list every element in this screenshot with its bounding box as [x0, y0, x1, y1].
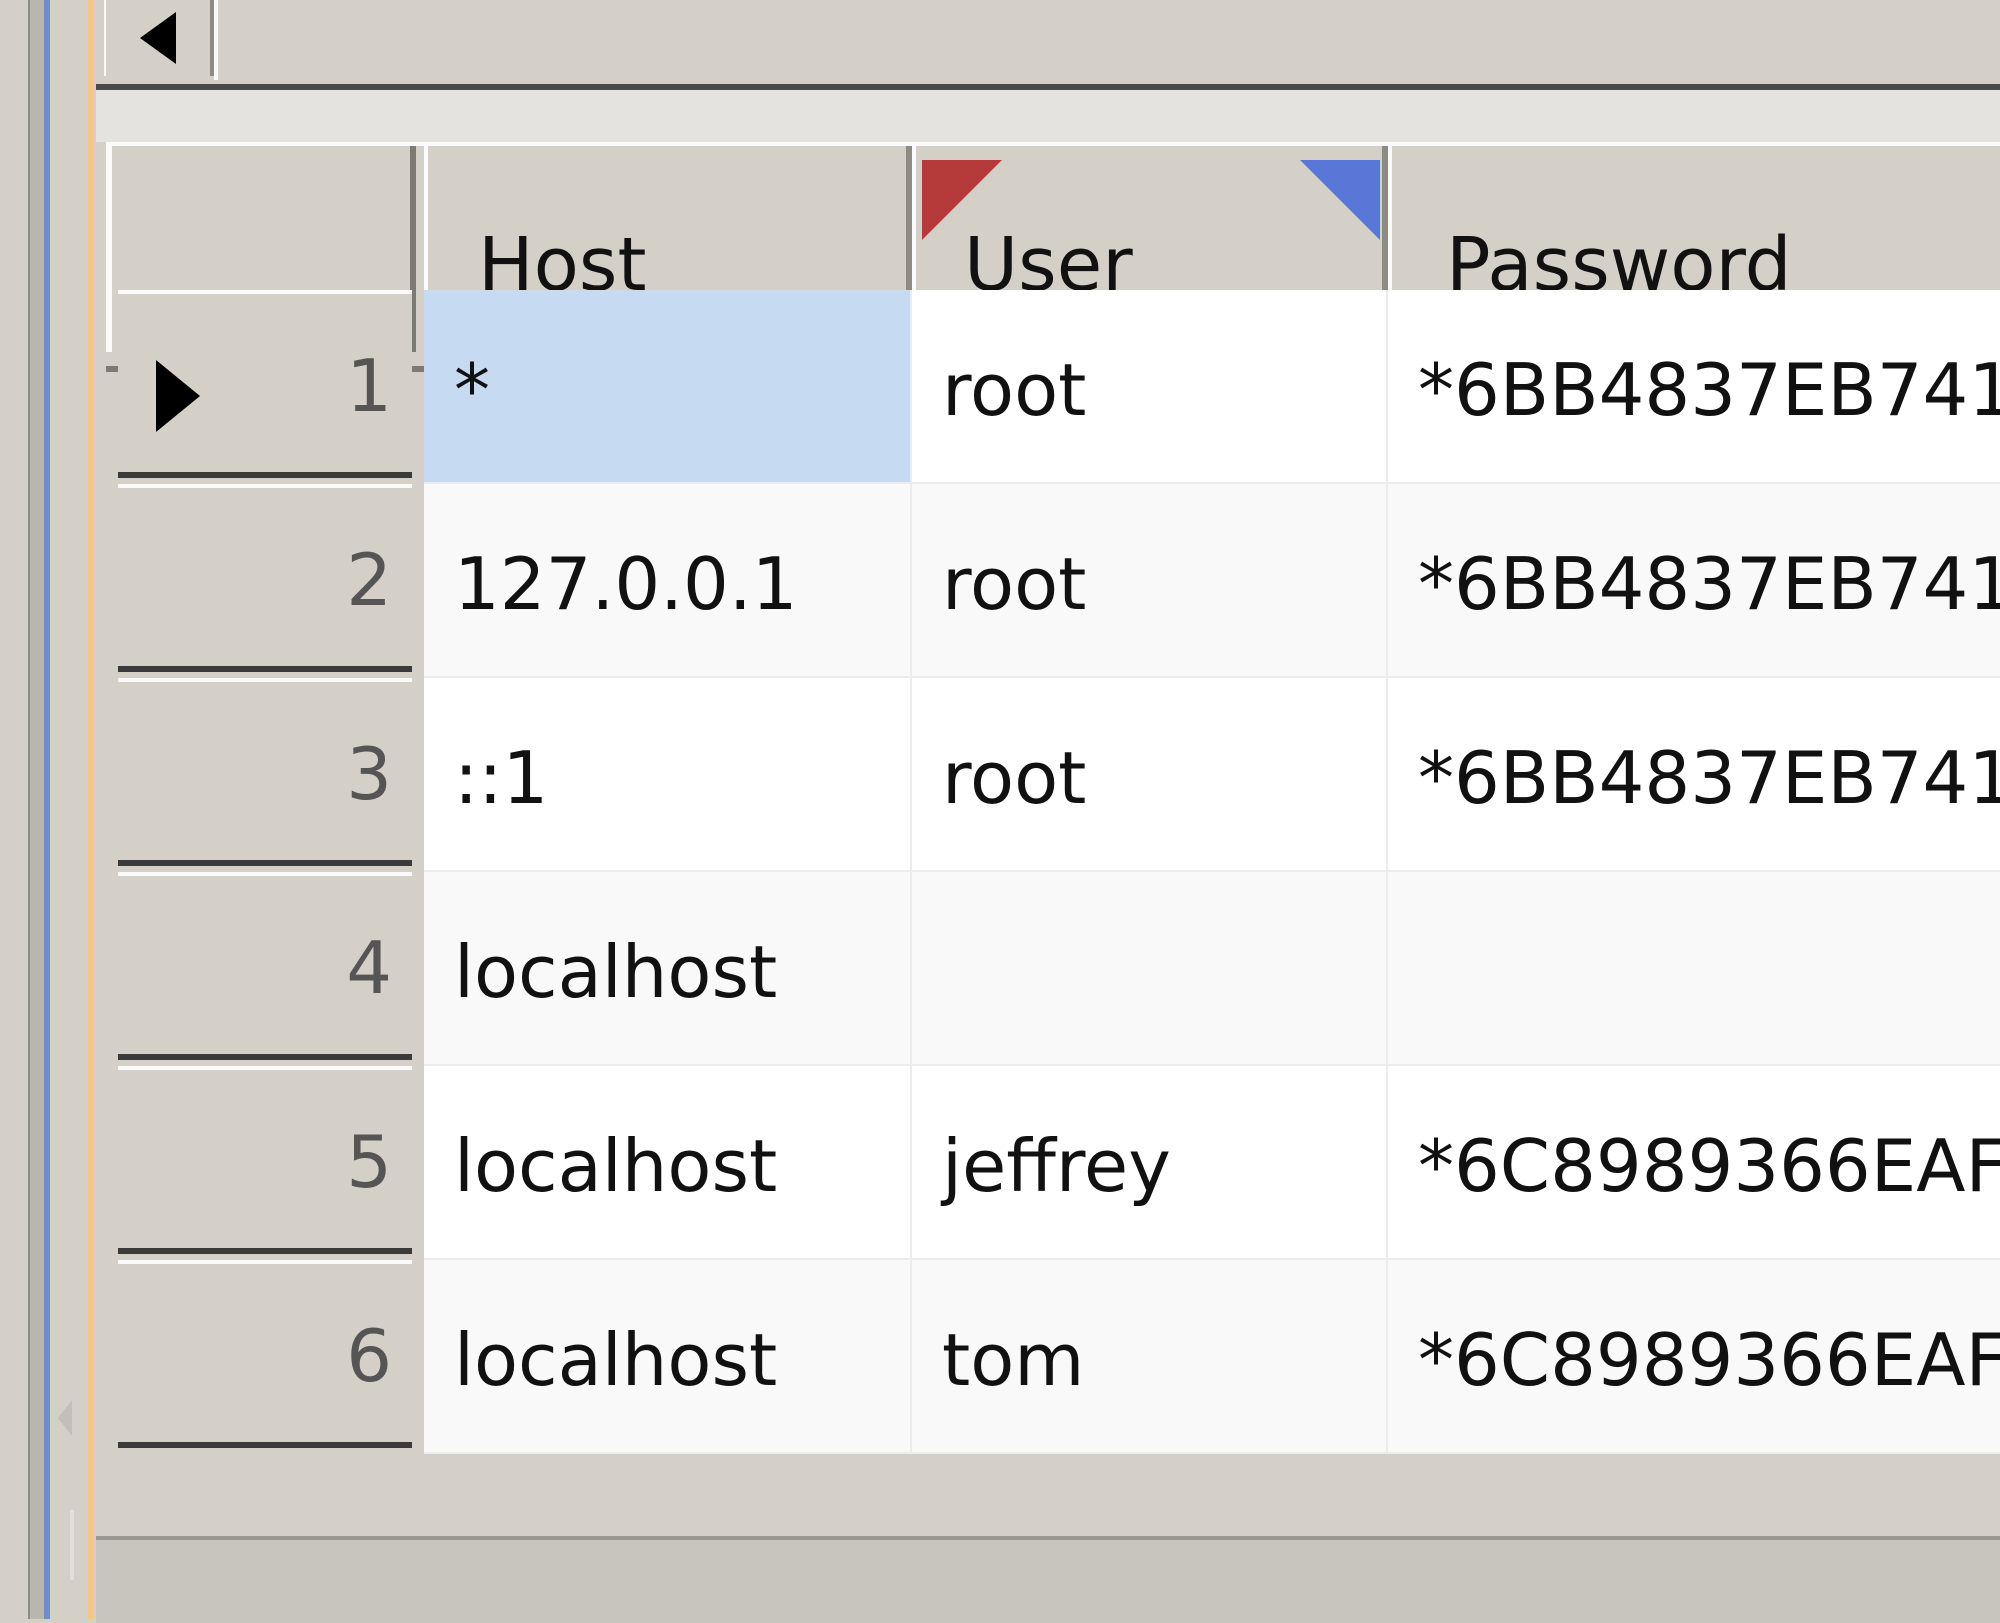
row-number: 2 [346, 538, 392, 622]
window-left-edge [0, 0, 96, 1619]
cell-value: *6C8989366EAF [1418, 1124, 2000, 1208]
toolbar [96, 0, 2000, 90]
row-header[interactable]: 2 [118, 484, 412, 672]
cell-value: *6BB4837EB741 [1418, 542, 2000, 626]
collapse-arrow-icon[interactable] [58, 1400, 72, 1436]
cell-host[interactable]: 127.0.0.1 [424, 484, 912, 678]
cell-value: *6C8989366EAF [1418, 1318, 2000, 1402]
cell-value: localhost [454, 930, 778, 1014]
cell-value: * [454, 348, 490, 432]
cell-value: root [942, 736, 1087, 820]
table-row[interactable]: 5 localhost jeffrey *6C8989366EAF [106, 1066, 2000, 1260]
cell-value: localhost [454, 1124, 778, 1208]
table-row[interactable]: 4 localhost [106, 872, 2000, 1066]
table-row[interactable]: 2 127.0.0.1 root *6BB4837EB741 [106, 484, 2000, 678]
row-number: 5 [346, 1120, 392, 1204]
table-row[interactable]: 6 localhost tom *6C8989366EAF [106, 1260, 2000, 1454]
cell-value: localhost [454, 1318, 778, 1402]
cell-value: ::1 [454, 736, 549, 820]
cell-user[interactable]: jeffrey [912, 1066, 1388, 1260]
scroll-left-button[interactable] [104, 0, 214, 76]
current-row-indicator-icon [156, 360, 200, 432]
splitter-handle[interactable] [70, 1510, 74, 1580]
row-header[interactable]: 5 [118, 1066, 412, 1254]
highlight-line [88, 0, 94, 1619]
cell-host[interactable]: localhost [424, 1066, 912, 1260]
grid-bottom-area [96, 1536, 2000, 1623]
table-row[interactable]: 3 ::1 root *6BB4837EB741 [106, 678, 2000, 872]
cell-user[interactable]: root [912, 290, 1388, 484]
cell-password[interactable]: *6C8989366EAF [1388, 1260, 2000, 1454]
cell-password[interactable]: *6BB4837EB741 [1388, 484, 2000, 678]
cell-password[interactable] [1388, 872, 2000, 1066]
cell-password[interactable]: *6BB4837EB741 [1388, 678, 2000, 872]
cell-value: root [942, 348, 1087, 432]
row-header[interactable]: 4 [118, 872, 412, 1060]
row-header[interactable]: 3 [118, 678, 412, 866]
cell-user[interactable]: root [912, 678, 1388, 872]
cell-value: *6BB4837EB741 [1418, 348, 2000, 432]
cell-user[interactable]: root [912, 484, 1388, 678]
cell-user[interactable] [912, 872, 1388, 1066]
cell-password[interactable]: *6C8989366EAF [1388, 1066, 2000, 1260]
cell-password[interactable]: *6BB4837EB741 [1388, 290, 2000, 484]
row-header[interactable]: 6 [118, 1260, 412, 1448]
cell-value: root [942, 542, 1087, 626]
cell-host[interactable]: * [424, 290, 912, 484]
cell-value: *6BB4837EB741 [1418, 736, 2000, 820]
row-number: 6 [346, 1314, 392, 1398]
cell-user[interactable]: tom [912, 1260, 1388, 1454]
cell-host[interactable]: localhost [424, 872, 912, 1066]
row-header[interactable]: 1 [118, 290, 412, 478]
cell-host[interactable]: ::1 [424, 678, 912, 872]
grid-top-margin [96, 90, 2000, 142]
row-number: 4 [346, 926, 392, 1010]
focus-border-line [44, 0, 50, 1619]
table-row[interactable]: 1 * root *6BB4837EB741 [106, 290, 2000, 484]
row-number: 1 [346, 344, 392, 428]
cell-host[interactable]: localhost [424, 1260, 912, 1454]
row-number: 3 [346, 732, 392, 816]
cell-value: tom [942, 1318, 1085, 1402]
cell-value: jeffrey [942, 1124, 1171, 1208]
triangle-left-icon [140, 12, 176, 64]
index-flag-icon [1300, 160, 1380, 240]
cell-value: 127.0.0.1 [454, 542, 798, 626]
toolbar-separator [214, 0, 218, 80]
